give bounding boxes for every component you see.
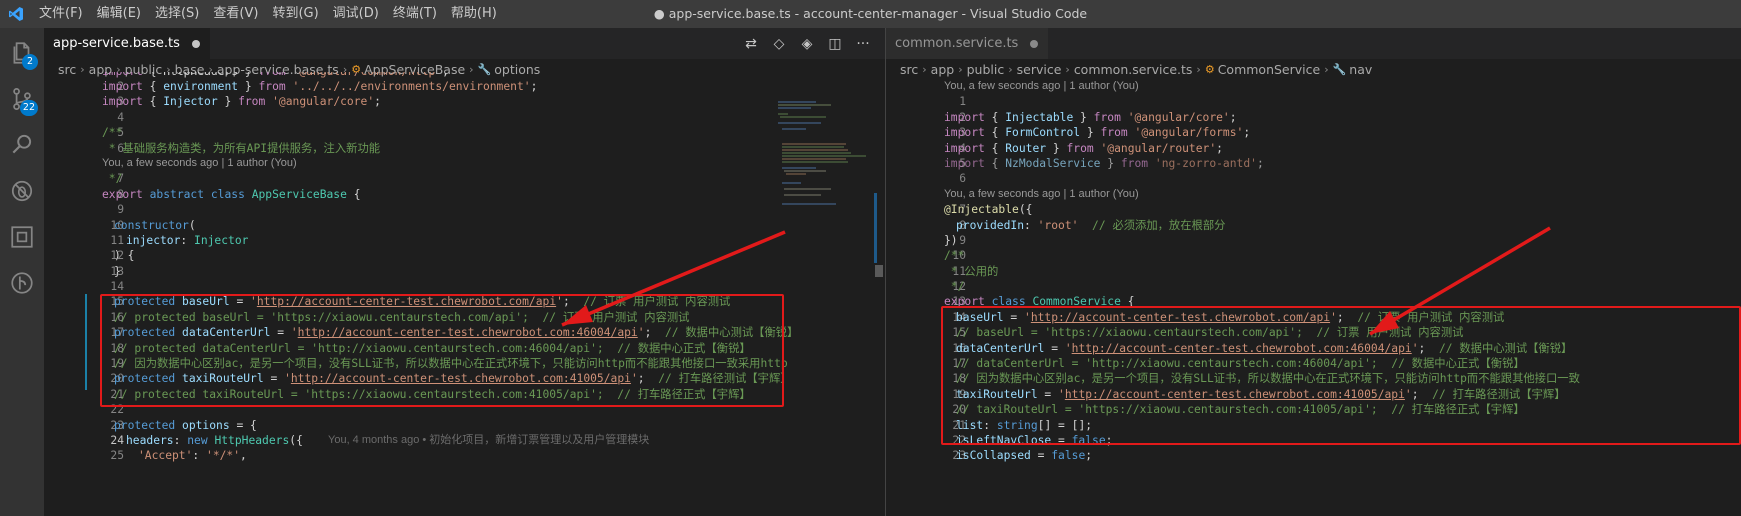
menu-terminal[interactable]: 终端(T)	[386, 0, 444, 28]
code-line: 7 @Injectable({	[944, 203, 1033, 217]
code-line: 1	[959, 95, 966, 109]
code-line: 2 import { environment } from '../../../e…	[102, 80, 538, 93]
code-line: 7 */	[102, 172, 124, 186]
blame-lens[interactable]: You, a few seconds ago | 1 author (You)	[886, 79, 1736, 94]
crumb-file[interactable]: common.service.ts	[1074, 62, 1193, 77]
menu-file[interactable]: 文件(F)	[32, 0, 90, 28]
crumb-src[interactable]: src	[900, 62, 918, 77]
menu-selection[interactable]: 选择(S)	[148, 0, 206, 28]
right-editor-pane: common.service.ts src › app › public › serv…	[886, 28, 1741, 516]
code-line: 11 injector: Injector	[110, 233, 249, 247]
scrollbar-thumb[interactable]	[875, 265, 883, 277]
source-control-badge: 22	[19, 100, 38, 116]
code-line: 11 * 公用的	[944, 264, 999, 278]
right-tab-bar: common.service.ts	[886, 28, 1741, 59]
code-line: 12 */	[944, 280, 966, 294]
blame-lens[interactable]: You, a few seconds ago | 1 author (You)	[886, 187, 1736, 202]
crumb-app[interactable]: app	[931, 62, 955, 77]
gitlens-icon	[11, 272, 33, 294]
git-change-marker	[85, 294, 87, 390]
explorer-badge: 2	[22, 54, 38, 70]
code-line: 5 import { NzModalService } from 'ng-zorr…	[944, 156, 1264, 170]
tab-common-service[interactable]: common.service.ts	[886, 28, 1049, 59]
code-line: 10/**	[944, 249, 966, 263]
crumb-service[interactable]: service	[1017, 62, 1062, 77]
code-line: 6	[959, 172, 966, 186]
highlight-box	[100, 294, 784, 407]
code-line: 9	[117, 203, 124, 217]
toggle-blame-icon[interactable]: ◇	[765, 36, 793, 52]
git-compare-icon[interactable]: ◈	[793, 36, 821, 52]
left-editor-pane: app-service.base.ts ⇄ ◇ ◈ ◫ ··· src › app…	[44, 28, 885, 516]
code-line: 13}	[110, 264, 124, 278]
editor-actions: ⇄ ◇ ◈ ◫ ···	[737, 28, 877, 59]
code-line: import { HttpHeaders } from '@angular/co…	[44, 72, 784, 79]
search-button[interactable]	[0, 122, 44, 168]
breadcrumb: src › app › public › service › common.servic…	[900, 62, 1373, 77]
code-line: 5/**	[102, 126, 124, 140]
code-line: 9})	[944, 233, 966, 247]
code-line: 25 'Accept': '*/*',	[110, 449, 247, 463]
tab-app-service-base[interactable]: app-service.base.ts	[44, 28, 210, 59]
split-editor-icon[interactable]: ◫	[821, 36, 849, 52]
vscode-logo-icon	[0, 0, 32, 28]
crumb-member[interactable]: nav	[1349, 62, 1372, 77]
menu-view[interactable]: 查看(V)	[206, 0, 265, 28]
minimap-lines	[778, 101, 866, 205]
title-bar: 文件(F) 编辑(E) 选择(S) 查看(V) 转到(G) 调试(D) 终端(T…	[0, 0, 1741, 28]
crumb-class[interactable]: CommonService	[1218, 62, 1321, 77]
extensions-button[interactable]	[0, 214, 44, 260]
code-line: 23 isCollapsed = false;	[952, 449, 1093, 463]
code-line: 24 headers: new HttpHeaders({You, 4 month…	[110, 433, 650, 447]
unsaved-dot-icon[interactable]	[191, 39, 200, 48]
minimap[interactable]	[776, 99, 876, 239]
menu-bar: 文件(F) 编辑(E) 选择(S) 查看(V) 转到(G) 调试(D) 终端(T…	[32, 0, 504, 28]
code-line: 23 protected options = {	[110, 418, 257, 432]
menu-edit[interactable]: 编辑(E)	[90, 0, 148, 28]
tab-label: common.service.ts	[895, 36, 1019, 51]
git-lens-button[interactable]	[0, 260, 44, 306]
extensions-icon	[11, 226, 33, 248]
open-changes-icon[interactable]: ⇄	[737, 36, 765, 52]
debug-button[interactable]	[0, 168, 44, 214]
overview-ruler-marker	[874, 193, 877, 263]
crumb-public[interactable]: public	[967, 62, 1005, 77]
tab-label: app-service.base.ts	[53, 36, 180, 51]
menu-debug[interactable]: 调试(D)	[326, 0, 386, 28]
code-line: 4 import { Router } from '@angular/router…	[944, 141, 1223, 155]
code-line: 2 import { Injectable } from '@angular/co…	[944, 110, 1237, 124]
code-line: 3 import { FormControl } from '@angular/f…	[944, 126, 1251, 140]
explorer-button[interactable]: 2	[0, 30, 44, 76]
debug-icon	[11, 180, 33, 202]
highlight-box	[941, 306, 1741, 445]
left-tab-bar: app-service.base.ts ⇄ ◇ ◈ ◫ ···	[44, 28, 885, 59]
menu-help[interactable]: 帮助(H)	[444, 0, 504, 28]
code-line: 4	[117, 110, 124, 124]
class-symbol-icon: ⚙	[1204, 63, 1215, 76]
code-line: 8 export abstract class AppServiceBase {	[102, 187, 361, 201]
code-line: 10 constructor(	[110, 218, 196, 232]
activity-bar: 2 22	[0, 28, 44, 516]
property-symbol-icon: 🔧	[1332, 63, 1347, 76]
source-control-button[interactable]: 22	[0, 76, 44, 122]
more-actions-icon[interactable]: ···	[849, 36, 877, 52]
code-line: 14	[110, 280, 124, 294]
code-line: 12) {	[110, 249, 135, 263]
code-line: 8 providedIn: 'root' // 必须添加，放在根部分	[956, 218, 1226, 232]
blame-lens[interactable]: You, a few seconds ago | 1 author (You)	[44, 156, 784, 171]
code-line: 6 * 基础服务构造类，为所有API提供服务，注入新功能	[102, 141, 381, 155]
search-icon	[12, 134, 32, 154]
menu-go[interactable]: 转到(G)	[265, 0, 325, 28]
unsaved-dot-icon[interactable]	[1030, 39, 1039, 48]
code-line: 3 import { Injector } from '@angular/core…	[102, 95, 381, 109]
